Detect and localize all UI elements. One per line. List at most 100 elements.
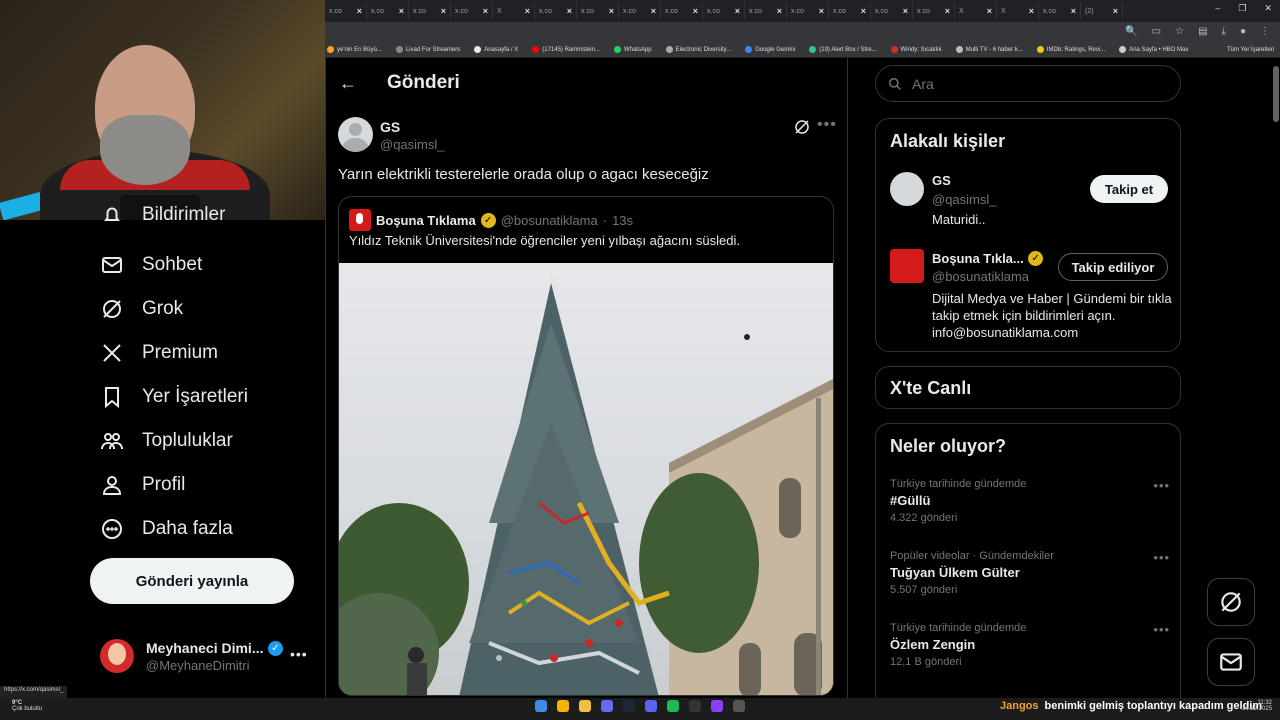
bookmark-item[interactable]: IMDb: Ratings, Revi... [1036, 46, 1105, 53]
browser-tab[interactable]: x.co × [829, 2, 871, 20]
bookmark-item[interactable]: Anasayfa / X [474, 46, 518, 53]
grok-icon[interactable] [793, 118, 811, 136]
browser-tab[interactable]: x.co × [787, 2, 829, 20]
bookmark-item[interactable]: Livad For Streamers [395, 46, 460, 53]
bookmark-item[interactable]: ye'nin En Büyü... [327, 46, 382, 53]
author-name[interactable]: GS [380, 119, 400, 135]
following-button[interactable]: Takip ediliyor [1058, 253, 1168, 281]
tab-close-icon[interactable]: × [819, 6, 824, 16]
browser-tab[interactable]: X × [493, 2, 535, 20]
nav-item-topluluklar[interactable]: Topluluklar [100, 426, 233, 456]
tab-close-icon[interactable]: × [441, 6, 446, 16]
menu-icon[interactable]: ⋮ [1260, 26, 1270, 37]
close-window-icon[interactable]: ✕ [1264, 3, 1272, 14]
folder-icon[interactable] [579, 700, 591, 712]
browser-tab[interactable]: x.co × [409, 2, 451, 20]
extensions-icon[interactable]: ▤ [1198, 26, 1207, 37]
browser-tab[interactable]: x.co × [367, 2, 409, 20]
bookmark-item[interactable]: Multi TV - 6 haber k... [955, 46, 1023, 53]
bookmark-item[interactable]: Google Gemini [745, 46, 795, 53]
tab-close-icon[interactable]: × [357, 6, 362, 16]
trend-more-icon[interactable]: ••• [1153, 478, 1170, 493]
trend-item[interactable]: Türkiye tarihinde gündemde Özlem Zengin … [890, 622, 1170, 668]
scrollbar[interactable] [1273, 66, 1279, 122]
browser-tab[interactable]: x.co × [745, 2, 787, 20]
tab-close-icon[interactable]: × [903, 6, 908, 16]
nav-item-daha-fazla[interactable]: Daha fazla [100, 514, 233, 544]
trend-more-icon[interactable]: ••• [1153, 622, 1170, 637]
browser-tab[interactable]: x.co × [325, 2, 367, 20]
cast-icon[interactable]: ▭ [1152, 26, 1161, 37]
steam-icon[interactable] [623, 700, 635, 712]
weather-widget[interactable]: 9°C Çok bulutlu [12, 700, 42, 712]
bookmark-item[interactable]: (17145) Rammstein... [532, 46, 600, 53]
tweet-more-icon[interactable]: ••• [817, 116, 837, 134]
restore-icon[interactable]: ❐ [1238, 3, 1246, 14]
clock[interactable]: 11:32 10.12.2025 [1242, 700, 1272, 712]
discord-icon[interactable] [645, 700, 657, 712]
download-icon[interactable]: ⤓ [1222, 26, 1226, 37]
minimize-icon[interactable]: – [1215, 3, 1220, 14]
messages-fab[interactable] [1207, 638, 1255, 686]
follow-button[interactable]: Takip et [1090, 175, 1168, 203]
back-arrow-icon[interactable]: ← [337, 72, 359, 94]
app-icon[interactable] [601, 700, 613, 712]
browser-tab[interactable]: x.co × [577, 2, 619, 20]
account-switcher[interactable]: Meyhaneci Dimi... ✓ @MeyhaneDimitri ••• [100, 636, 310, 676]
tab-close-icon[interactable]: × [735, 6, 740, 16]
person-handle[interactable]: @bosunatiklama [932, 269, 1029, 284]
post-button[interactable]: Gönderi yayınla [90, 558, 294, 604]
person-name[interactable]: Boşuna Tıkla... [932, 251, 1024, 266]
tab-close-icon[interactable]: × [777, 6, 782, 16]
author-avatar[interactable] [338, 117, 373, 152]
tab-close-icon[interactable]: × [525, 6, 530, 16]
author-handle[interactable]: @qasimsl_ [380, 137, 445, 152]
bookmark-item[interactable]: WhatsApp [613, 46, 652, 53]
browser-tab[interactable]: x.co × [871, 2, 913, 20]
browser-tab[interactable]: x.co × [661, 2, 703, 20]
tab-close-icon[interactable]: × [987, 6, 992, 16]
search-input[interactable]: Ara [875, 65, 1181, 102]
spotify-icon[interactable] [667, 700, 679, 712]
obs-icon[interactable] [733, 700, 745, 712]
tab-close-icon[interactable]: × [609, 6, 614, 16]
browser-tab[interactable]: x.co × [535, 2, 577, 20]
person-handle[interactable]: @qasimsl_ [932, 192, 997, 207]
zoom-icon[interactable]: 🔍 [1125, 26, 1137, 37]
tab-close-icon[interactable]: × [567, 6, 572, 16]
chrome-icon[interactable] [557, 700, 569, 712]
star-icon[interactable]: ☆ [1175, 26, 1184, 37]
person-name[interactable]: GS [932, 173, 951, 188]
tab-close-icon[interactable]: × [1071, 6, 1076, 16]
trend-item[interactable]: Popüler videolar · Gündemdekiler Tuğyan … [890, 550, 1170, 596]
start-icon[interactable] [535, 700, 547, 712]
person-avatar[interactable] [890, 172, 924, 206]
nav-item-premium[interactable]: Premium [100, 338, 218, 368]
quoted-tweet[interactable]: Boşuna Tıklama ✓ @bosunatiklama · 13s Yı… [338, 196, 834, 696]
app-icon[interactable] [711, 700, 723, 712]
nav-item-profil[interactable]: Profil [100, 470, 185, 500]
trend-more-icon[interactable]: ••• [1153, 550, 1170, 565]
tab-close-icon[interactable]: × [693, 6, 698, 16]
browser-tab[interactable]: x.co × [913, 2, 955, 20]
all-bookmarks-folder[interactable]: Tüm Yer İşaretleri [1227, 47, 1280, 53]
nav-item-grok[interactable]: Grok [100, 294, 183, 324]
quote-image[interactable] [339, 263, 833, 695]
live-panel[interactable]: X'te Canlı [875, 366, 1181, 409]
browser-tab[interactable]: (2) × [1081, 2, 1123, 20]
person-avatar[interactable] [890, 249, 924, 283]
epic-icon[interactable] [689, 700, 701, 712]
profile-icon[interactable]: ● [1240, 26, 1246, 37]
grok-fab[interactable] [1207, 578, 1255, 626]
bookmark-item[interactable]: Electronic Diversity... [665, 46, 731, 53]
browser-tab[interactable]: X × [997, 2, 1039, 20]
tab-close-icon[interactable]: × [483, 6, 488, 16]
nav-item-sohbet[interactable]: Sohbet [100, 250, 202, 280]
account-more-icon[interactable]: ••• [290, 646, 308, 662]
nav-item-yer-i-aretleri[interactable]: Yer İşaretleri [100, 382, 248, 412]
tab-close-icon[interactable]: × [399, 6, 404, 16]
tab-close-icon[interactable]: × [651, 6, 656, 16]
tab-close-icon[interactable]: × [1113, 6, 1118, 16]
browser-tab[interactable]: X × [955, 2, 997, 20]
nav-item-notifications[interactable]: Bildirimler [100, 206, 225, 224]
